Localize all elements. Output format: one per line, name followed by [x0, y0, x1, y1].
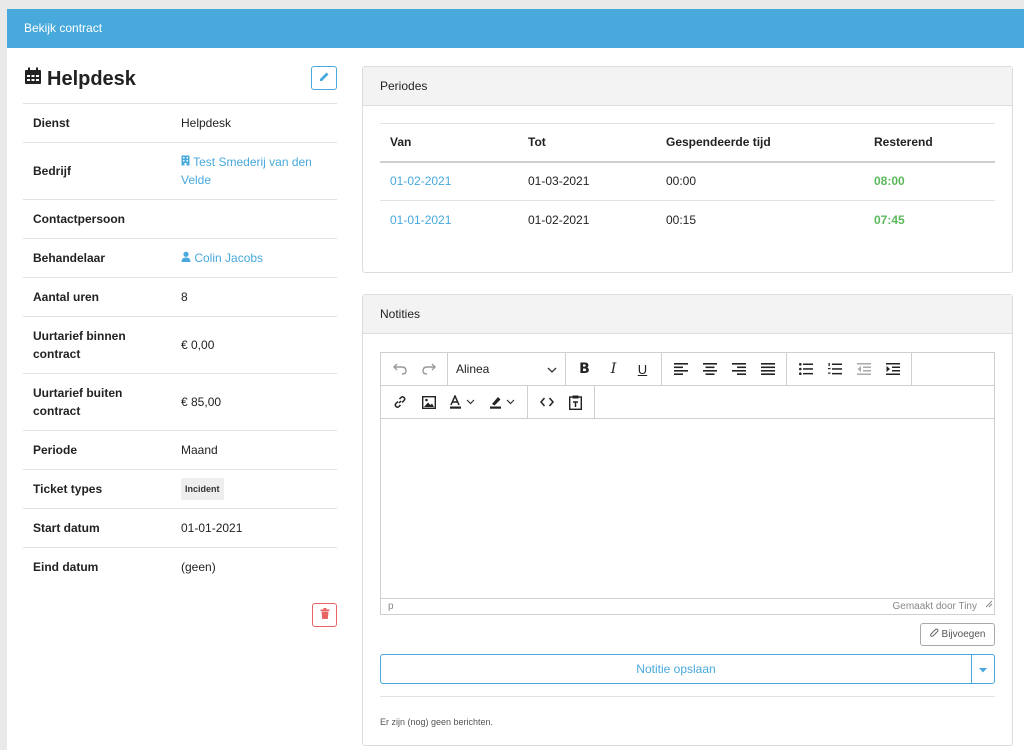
handler-link[interactable]: Colin Jacobs	[171, 238, 337, 278]
save-note-button[interactable]: Notitie opslaan	[381, 655, 971, 683]
editor-statusbar: p Gemaakt door Tiny	[381, 598, 994, 614]
col-header: Van	[380, 123, 518, 163]
edit-button[interactable]	[311, 66, 337, 90]
notities-title: Notities	[363, 295, 1012, 334]
divider	[380, 696, 995, 697]
row-label: Aantal uren	[23, 277, 171, 317]
row-value: Maand	[171, 430, 337, 470]
rich-text-editor: Alinea B I U p Gemaakt door Tiny	[380, 352, 995, 615]
align-justify-icon[interactable]	[753, 353, 782, 386]
building-icon	[181, 155, 190, 169]
contract-info-table: Dienst Helpdesk Bedrijf Test Smederij van…	[23, 103, 337, 587]
element-path: p	[388, 601, 394, 612]
row-label: Contactpersoon	[23, 199, 171, 239]
block-format-select[interactable]: Alinea	[448, 353, 565, 386]
contract-window: Bekijk contract Helpdesk Dienst Helpdesk …	[7, 9, 1024, 750]
user-icon	[181, 251, 191, 265]
row-label: Uurtarief buiten contract	[23, 373, 171, 431]
contract-title: Helpdesk	[24, 67, 136, 91]
chevron-down-icon	[547, 362, 557, 376]
periodes-table: Van Tot Gespendeerde tijd Resterend 01-0…	[380, 123, 995, 240]
period-remaining: 08:00	[864, 161, 995, 201]
pencil-icon	[319, 71, 330, 85]
row-value: € 85,00	[171, 373, 337, 431]
calendar-icon	[24, 67, 42, 91]
editor-content-area[interactable]	[381, 420, 994, 598]
row-value	[171, 199, 337, 239]
tiny-branding-link[interactable]: Gemaakt door Tiny	[893, 599, 977, 614]
period-spent: 00:15	[666, 213, 697, 228]
period-start-link[interactable]: 01-01-2021	[380, 201, 518, 240]
align-left-icon[interactable]	[666, 353, 695, 386]
row-label: Uurtarief binnen contract	[23, 316, 171, 374]
notities-card: Notities Alinea B I U p Gemaakt door Tin…	[362, 294, 1013, 746]
delete-button[interactable]	[312, 603, 337, 627]
row-value: (geen)	[171, 547, 337, 587]
attach-button[interactable]: Bijvoegen	[920, 623, 995, 646]
col-header: Tot	[518, 123, 656, 163]
row-value: € 0,00	[171, 316, 337, 374]
row-value: 8	[171, 277, 337, 317]
col-header: Gespendeerde tijd	[656, 123, 864, 163]
period-spent: 00:00	[656, 161, 864, 201]
window-title: Bekijk contract	[7, 9, 1024, 48]
table-row: 01-01-2021 01-02-2021 00:15 07:45	[380, 201, 995, 240]
periodes-title: Periodes	[363, 67, 1012, 106]
row-label: Periode	[23, 430, 171, 470]
row-value: Helpdesk	[171, 103, 337, 143]
trash-icon	[320, 608, 330, 622]
editor-toolbar-row-1: Alinea B I U	[381, 353, 994, 386]
contract-details: Helpdesk Dienst Helpdesk Bedrijf Test Sme…	[23, 65, 337, 627]
link-icon[interactable]	[385, 386, 414, 419]
underline-icon[interactable]: U	[628, 353, 657, 386]
period-end: 01-02-2021	[528, 213, 590, 228]
period-remaining: 07:45	[874, 213, 905, 228]
indent-icon[interactable]	[878, 353, 907, 386]
align-right-icon[interactable]	[724, 353, 753, 386]
row-label: Behandelaar	[23, 238, 171, 278]
text-color-icon[interactable]	[443, 386, 483, 419]
undo-icon[interactable]	[385, 353, 414, 386]
periodes-card: Periodes Van Tot Gespendeerde tijd Reste…	[362, 66, 1013, 273]
row-label: Dienst	[23, 103, 171, 143]
align-center-icon[interactable]	[695, 353, 724, 386]
italic-icon[interactable]: I	[599, 353, 628, 386]
editor-toolbar-row-2	[381, 386, 994, 419]
row-label: Bedrijf	[23, 142, 171, 200]
row-label: Start datum	[23, 508, 171, 548]
company-link[interactable]: Test Smederij van den Velde	[171, 142, 337, 200]
bullet-list-icon[interactable]	[791, 353, 820, 386]
numbered-list-icon[interactable]	[820, 353, 849, 386]
row-value: 01-01-2021	[171, 508, 337, 548]
row-label: Ticket types	[23, 469, 171, 509]
row-label: Eind datum	[23, 547, 171, 587]
bold-icon[interactable]: B	[570, 353, 599, 386]
paperclip-icon	[929, 628, 939, 641]
source-code-icon[interactable]	[532, 386, 561, 419]
outdent-icon[interactable]	[849, 353, 878, 386]
table-row: 01-02-2021 01-03-2021 00:00 08:00	[380, 161, 995, 201]
col-header: Resterend	[864, 123, 995, 163]
ticket-type-badge: Incident	[181, 478, 224, 500]
caret-down-icon	[979, 662, 987, 676]
image-icon[interactable]	[414, 386, 443, 419]
redo-icon[interactable]	[414, 353, 443, 386]
paste-text-icon[interactable]	[561, 386, 590, 419]
highlight-color-icon[interactable]	[483, 386, 523, 419]
save-options-toggle[interactable]	[971, 655, 994, 683]
resize-handle-icon[interactable]	[985, 598, 993, 613]
period-end: 01-03-2021	[518, 161, 656, 201]
period-start-link[interactable]: 01-02-2021	[380, 161, 518, 201]
save-note-split-button: Notitie opslaan	[380, 654, 995, 684]
no-messages-text: Er zijn (nog) geen berichten.	[380, 717, 494, 727]
